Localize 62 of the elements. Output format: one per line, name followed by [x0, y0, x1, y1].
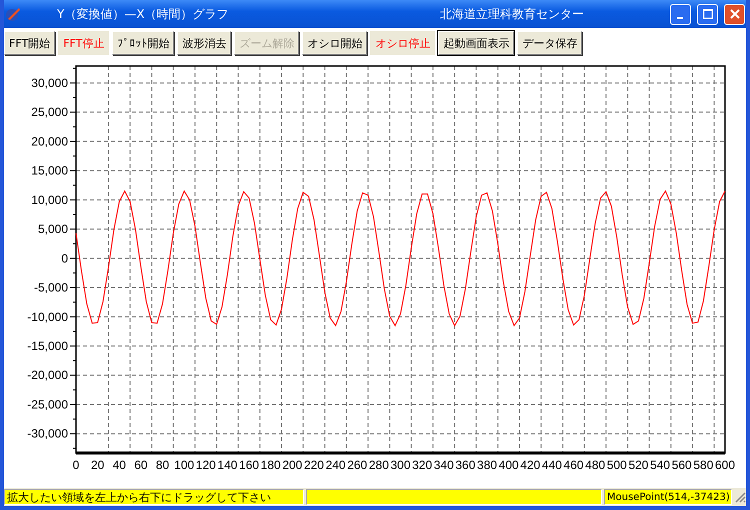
x-axis-label: 20 — [90, 458, 104, 472]
y-axis-label: 25,000 — [31, 105, 68, 120]
maximize-icon — [702, 9, 712, 19]
mouse-position: MousePoint(514,-37423) — [604, 489, 732, 505]
x-axis-label: 240 — [326, 458, 346, 472]
x-axis-label: 600 — [714, 458, 736, 472]
organization-name: 北海道立理科教育センター — [440, 6, 584, 22]
y-axis-label: 30,000 — [31, 76, 68, 90]
window-title: Y（変換値）—X（時間）グラフ — [57, 6, 229, 22]
y-axis-label: -25,000 — [27, 397, 68, 412]
x-axis-label: 580 — [693, 458, 714, 472]
x-axis-label: 300 — [390, 458, 411, 472]
toolbar-button[interactable]: 波形消去 — [177, 31, 232, 55]
toolbar-button[interactable]: FFT開始 — [4, 31, 56, 55]
y-axis-label: -10,000 — [27, 310, 68, 324]
x-axis-label: 440 — [542, 458, 562, 472]
resize-grip-icon[interactable] — [734, 491, 746, 503]
close-button[interactable] — [724, 4, 745, 24]
minimize-button[interactable] — [670, 4, 691, 24]
x-axis-label: 320 — [412, 458, 432, 472]
x-axis-label: 260 — [347, 458, 368, 472]
toolbar-button[interactable]: 起動画面表示 — [438, 31, 514, 55]
minimize-icon — [676, 17, 682, 19]
x-axis-label: 380 — [477, 458, 498, 472]
app-icon — [5, 6, 21, 22]
x-axis-label: 560 — [672, 458, 692, 472]
x-axis-label: 420 — [520, 458, 540, 472]
y-axis-label: -5,000 — [34, 280, 68, 295]
toolbar-button[interactable]: ﾌﾟﾛｯﾄ開始 — [112, 31, 174, 55]
y-axis-label: 10,000 — [31, 192, 68, 207]
y-axis-label: 15,000 — [31, 164, 68, 178]
y-axis-label: -20,000 — [27, 368, 68, 382]
x-axis-label: 340 — [434, 458, 454, 472]
toolbar-button[interactable]: オシロ開始 — [302, 31, 368, 55]
x-axis-label: 40 — [112, 458, 126, 472]
y-axis-label: 5,000 — [38, 222, 68, 236]
x-axis-label: 360 — [455, 458, 476, 472]
x-axis-label: 460 — [564, 458, 584, 472]
x-axis-label: 0 — [72, 458, 80, 472]
y-axis-label: 0 — [61, 251, 68, 266]
status-hint: 拡大したい領域を左上から右下にドラッグして下さい — [4, 489, 304, 505]
x-axis-label: 60 — [134, 458, 148, 472]
maximize-button[interactable] — [697, 4, 718, 24]
x-axis-label: 480 — [585, 458, 606, 472]
y-axis-label: -15,000 — [27, 339, 68, 354]
x-axis-label: 540 — [650, 458, 670, 472]
x-axis-label: 100 — [174, 458, 194, 472]
x-axis-label: 140 — [217, 458, 238, 472]
x-axis-label: 280 — [368, 458, 389, 472]
x-axis-label: 160 — [239, 458, 260, 472]
x-axis-label: 80 — [156, 458, 170, 472]
x-axis-label: 180 — [260, 458, 281, 472]
x-axis-label: 220 — [304, 458, 324, 472]
x-axis-label: 500 — [606, 458, 627, 472]
x-axis-label: 520 — [628, 458, 648, 472]
y-axis-label: -30,000 — [27, 426, 68, 441]
x-axis-label: 200 — [282, 458, 302, 472]
x-axis-label: 120 — [196, 458, 216, 472]
y-axis-label: 20,000 — [31, 134, 68, 148]
close-icon — [730, 9, 740, 19]
toolbar-button[interactable]: データ保存 — [517, 31, 582, 55]
x-axis-label: 400 — [498, 458, 519, 472]
